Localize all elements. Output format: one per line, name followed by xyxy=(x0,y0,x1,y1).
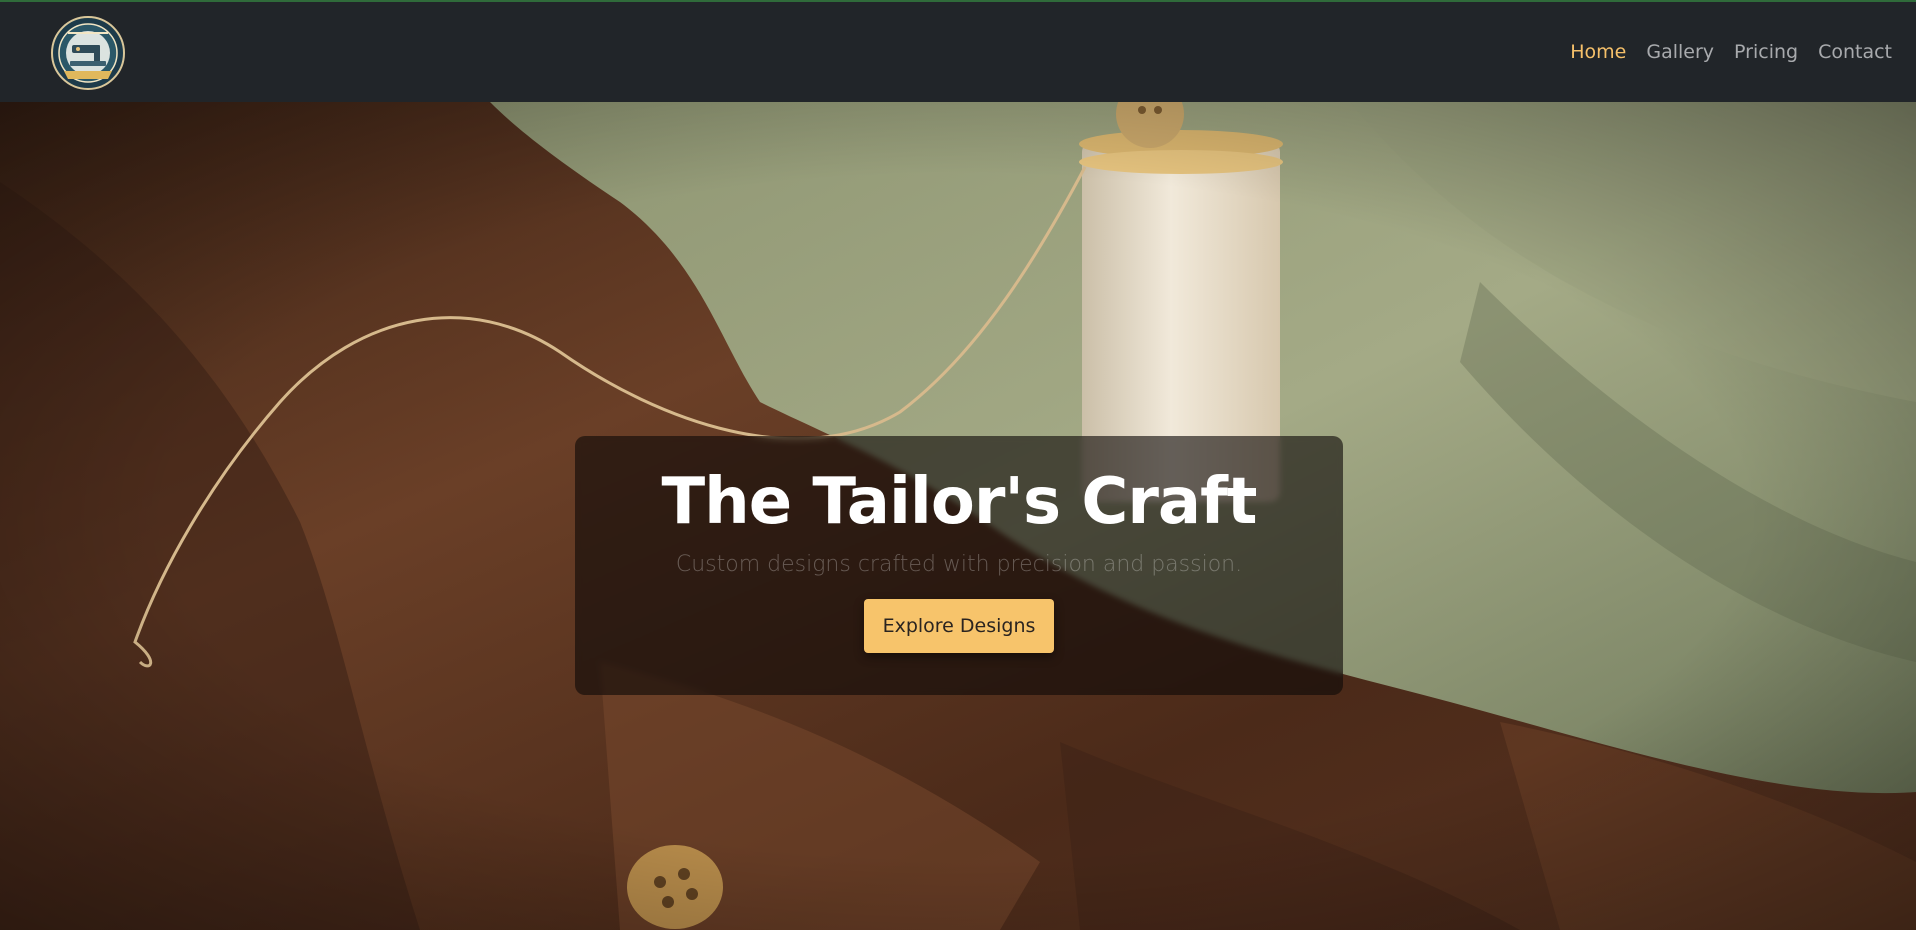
hero-title: The Tailor's Craft xyxy=(661,465,1257,539)
navbar: Home Gallery Pricing Contact xyxy=(0,2,1916,102)
nav-link-home[interactable]: Home xyxy=(1570,41,1626,63)
hero-subtitle: Custom designs crafted with precision an… xyxy=(675,552,1243,577)
hero-overlay-card: The Tailor's Craft Custom designs crafte… xyxy=(575,436,1343,695)
explore-designs-button[interactable]: Explore Designs xyxy=(863,599,1055,653)
nav-link-contact[interactable]: Contact xyxy=(1818,41,1892,63)
nav-link-pricing[interactable]: Pricing xyxy=(1734,41,1798,63)
nav-links: Home Gallery Pricing Contact xyxy=(1550,2,1892,102)
tailoring-logo-icon[interactable] xyxy=(50,15,126,91)
nav-link-gallery[interactable]: Gallery xyxy=(1646,41,1714,63)
hero-section: The Tailor's Craft Custom designs crafte… xyxy=(0,102,1916,930)
